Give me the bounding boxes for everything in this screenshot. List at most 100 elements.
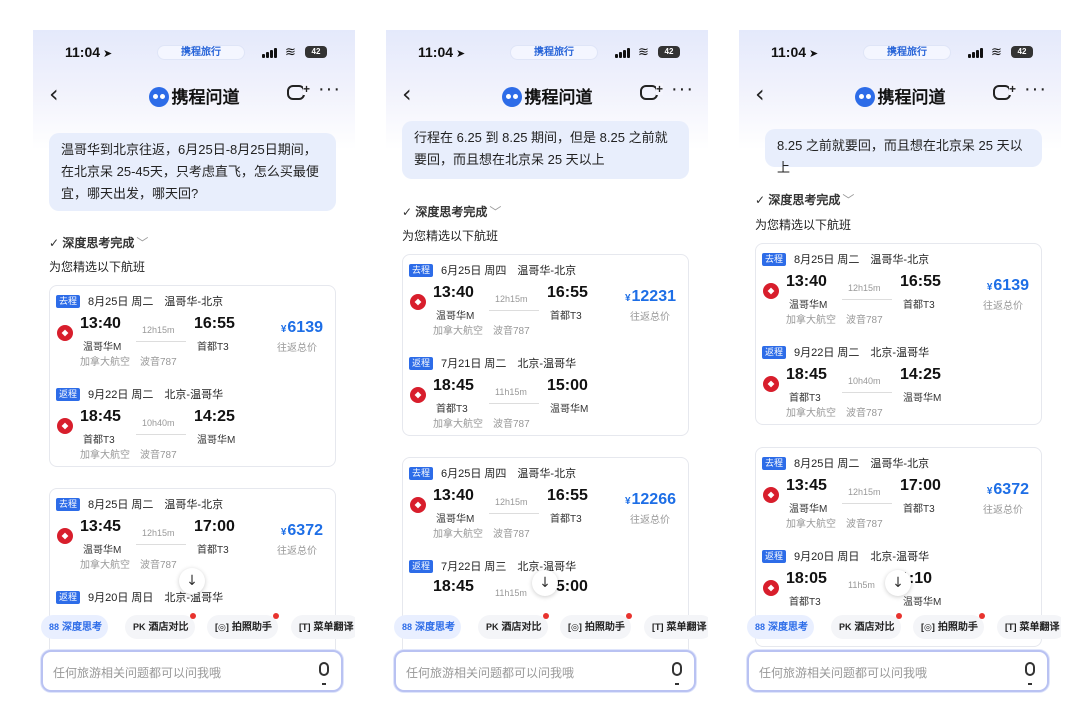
dep-time: 18:45 (433, 578, 474, 595)
air-canada-logo-icon (763, 283, 779, 299)
battery-icon: 42 (305, 46, 327, 58)
chip-photo-assistant[interactable]: [◎] 拍照助手 (207, 613, 279, 639)
dep-time: 13:45 (786, 477, 827, 494)
scroll-down-arrow-icon[interactable]: ↓ (179, 568, 205, 594)
price-label: 往返总价 (983, 301, 1023, 312)
arr-time: 17:00 (194, 518, 235, 535)
user-message: 8.25 之前就要回，而且想在北京呆 25 天以上 (765, 129, 1042, 175)
chip-deep-think[interactable]: 88 深度思考 (394, 615, 462, 639)
air-canada-logo-icon (57, 325, 73, 341)
chip-hotel-compare[interactable]: PK 酒店对比 (478, 613, 549, 639)
outbound-tag: 去程 (56, 498, 81, 511)
airline: 加拿大航空 波音787 (786, 315, 883, 326)
signal-icon (968, 47, 986, 58)
dep-time: 13:40 (433, 284, 474, 301)
camera-icon: [◎] (921, 622, 935, 632)
chat-input[interactable]: 任何旅游相关问题都可以问我哦 (41, 650, 343, 692)
price: ¥6139 (280, 319, 323, 336)
air-canada-logo-icon (57, 528, 73, 544)
dep-time: 18:45 (786, 366, 827, 383)
signal-icon (262, 47, 280, 58)
microphone-icon[interactable] (1025, 662, 1035, 685)
flight-card[interactable]: 去程 8月25日 周二 温哥华-北京 13:40 温哥华M 12h15m 16:… (755, 243, 1042, 425)
dep-time: 13:40 (80, 315, 121, 332)
duration: 11h15m (495, 387, 527, 397)
notification-dot (189, 613, 196, 619)
deep-think-status[interactable]: ✓ 深度思考完成 ﹀ (755, 191, 854, 208)
more-icon[interactable]: ··· (318, 78, 341, 101)
chevron-down-icon: ﹀ (136, 236, 149, 250)
route: 8月25日 周二 温哥华-北京 (794, 458, 930, 470)
air-canada-logo-icon (57, 418, 73, 434)
more-icon[interactable]: ··· (671, 78, 694, 101)
chip-menu-translate[interactable]: [T] 菜单翻译 (291, 615, 355, 639)
wifi-icon: ≋ (285, 44, 296, 59)
return-segment: 返程 7月21日 周二 北京-温哥华 18:45 首都T3 11h15m 15:… (403, 355, 688, 435)
nav-bar: ‹ 携程问道 ··· (739, 78, 1061, 110)
airline: 加拿大航空 波音787 (80, 357, 177, 368)
scroll-down-arrow-icon[interactable]: ↓ (885, 570, 911, 596)
duration: 12h15m (495, 294, 528, 304)
quick-tools: 88 深度思考 PK 酒店对比 [◎] 拍照助手 [T] 菜单翻译 (394, 613, 708, 639)
deep-think-status[interactable]: ✓ 深度思考完成 ﹀ (49, 234, 148, 251)
chip-deep-think[interactable]: 88 深度思考 (41, 615, 109, 639)
arr-time: 16:55 (547, 487, 588, 504)
arr-time: 17:00 (900, 477, 941, 494)
chip-hotel-compare[interactable]: PK 酒店对比 (125, 613, 196, 639)
chip-deep-think[interactable]: 88 深度思考 (747, 615, 815, 639)
scroll-down-arrow-icon[interactable]: ↓ (532, 570, 558, 596)
ctrip-logo-icon (854, 87, 875, 107)
input-placeholder: 任何旅游相关问题都可以问我哦 (406, 666, 575, 680)
new-chat-icon[interactable] (993, 83, 1017, 100)
notification-dot (272, 613, 279, 619)
microphone-icon[interactable] (672, 662, 682, 685)
flight-card[interactable]: 去程 8月25日 周二 温哥华-北京 13:40 温哥华M 12h15m 16:… (49, 285, 336, 467)
route: 9月20日 周日 北京-温哥华 (794, 551, 930, 563)
dep-time: 13:40 (433, 487, 474, 504)
dep-airport: 温哥华M (436, 311, 475, 322)
price: ¥6372 (986, 481, 1029, 498)
duration: 10h40m (142, 418, 175, 428)
price-label: 往返总价 (983, 505, 1023, 516)
flight-card[interactable]: 去程 6月25日 周四 温哥华-北京 13:40 温哥华M 12h15m 16:… (402, 254, 689, 436)
chip-hotel-compare[interactable]: PK 酒店对比 (831, 613, 902, 639)
route: 8月25日 周二 温哥华-北京 (88, 499, 224, 511)
battery-icon: 42 (658, 46, 680, 58)
intro-text: 为您精选以下航班 (402, 229, 499, 243)
status-bar: 11:04 ➤ 携程旅行 ≋ 42 (33, 44, 355, 62)
airline: 加拿大航空 波音787 (80, 560, 177, 571)
deep-think-status[interactable]: ✓ 深度思考完成 ﹀ (402, 203, 501, 220)
arr-airport: 首都T3 (197, 342, 229, 353)
status-time: 11:04 ➤ (771, 44, 819, 60)
location-arrow-icon: ➤ (809, 48, 819, 60)
more-icon[interactable]: ··· (1024, 78, 1047, 101)
input-placeholder: 任何旅游相关问题都可以问我哦 (759, 666, 928, 680)
status-bar: 11:04 ➤ 携程旅行 ≋ 42 (386, 44, 708, 62)
quick-tools: 88 深度思考 PK 酒店对比 [◎] 拍照助手 [T] 菜单翻译 (747, 613, 1061, 639)
new-chat-icon[interactable] (287, 83, 311, 100)
chip-photo-assistant[interactable]: [◎] 拍照助手 (560, 613, 632, 639)
phone-screen-2: 11:04➤ 携程旅行 ≋ 42 ‹ 携程问道 ··· 行程在 6.25 到 8… (386, 30, 708, 702)
chip-photo-assistant[interactable]: [◎] 拍照助手 (913, 613, 985, 639)
arr-time: 14:25 (900, 366, 941, 383)
new-chat-icon[interactable] (640, 83, 664, 100)
return-tag: 返程 (56, 388, 81, 401)
arr-time: 15:00 (547, 377, 588, 394)
duration: 12h15m (142, 325, 175, 335)
chat-input[interactable]: 任何旅游相关问题都可以问我哦 (747, 650, 1049, 692)
dep-airport: 首都T3 (789, 393, 821, 404)
translate-icon: [T] (299, 622, 311, 632)
airline: 加拿大航空 波音787 (433, 326, 530, 337)
arr-airport: 温哥华M (550, 404, 589, 415)
notification-dot (625, 613, 632, 619)
notification-dot (978, 613, 985, 619)
duration: 12h15m (495, 497, 528, 507)
camera-icon: [◎] (215, 622, 229, 632)
microphone-icon[interactable] (319, 662, 329, 685)
route: 8月25日 周二 温哥华-北京 (794, 254, 930, 266)
chip-menu-translate[interactable]: [T] 菜单翻译 (644, 615, 708, 639)
chip-menu-translate[interactable]: [T] 菜单翻译 (997, 615, 1061, 639)
chat-input[interactable]: 任何旅游相关问题都可以问我哦 (394, 650, 696, 692)
battery-icon: 42 (1011, 46, 1033, 58)
outbound-tag: 去程 (762, 457, 787, 470)
